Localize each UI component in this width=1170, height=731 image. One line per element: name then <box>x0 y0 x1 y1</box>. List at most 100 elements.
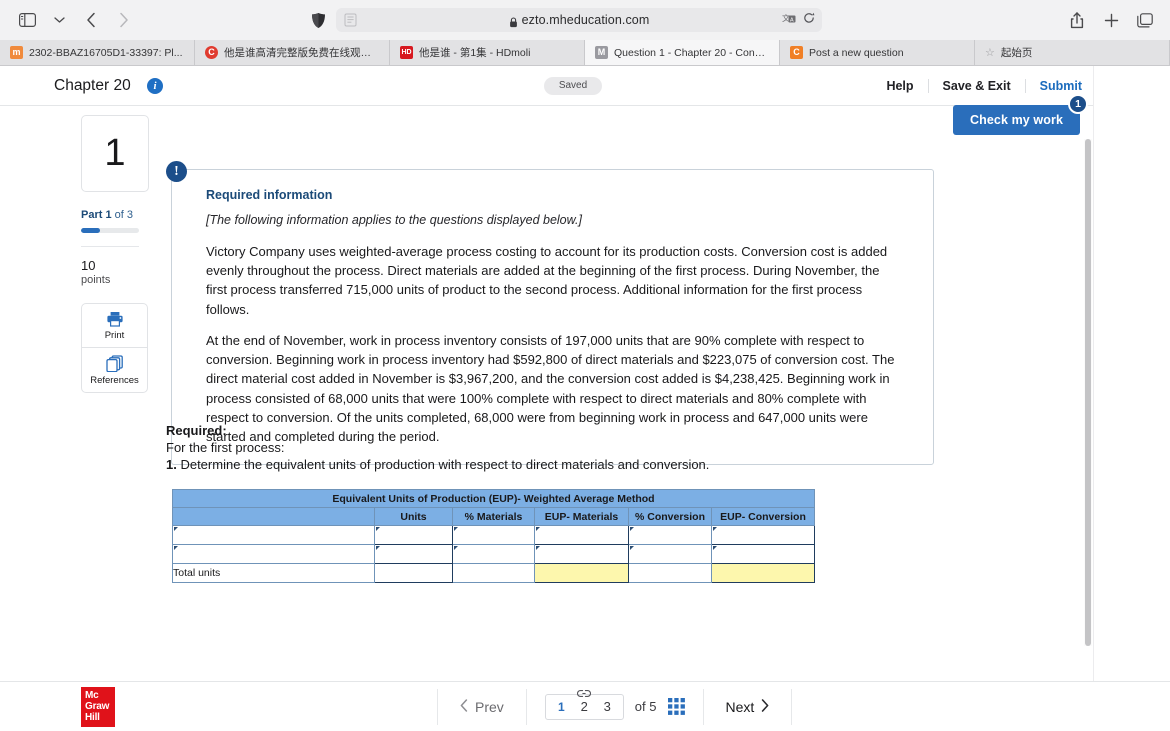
info-icon[interactable]: i <box>147 77 163 94</box>
references-button[interactable]: References <box>82 348 147 392</box>
prev-button[interactable]: Prev <box>438 699 526 715</box>
tab-favicon-icon: M <box>595 46 608 59</box>
column-header-eup-materials: EUP- Materials <box>534 507 629 526</box>
chevron-right-icon <box>761 698 769 715</box>
column-header-units: Units <box>374 507 453 526</box>
total-eup-materials-input[interactable] <box>534 563 629 583</box>
page-of-label: of 5 <box>635 699 657 714</box>
units-input[interactable] <box>374 525 453 545</box>
forward-arrow-icon[interactable] <box>108 7 138 33</box>
total-eup-conversion-input[interactable] <box>711 563 815 583</box>
required-item-number: 1. <box>166 457 177 472</box>
chain-link-icon <box>577 685 592 703</box>
row-label-dropdown[interactable] <box>172 525 375 545</box>
print-button[interactable]: Print <box>82 304 147 348</box>
address-bar[interactable]: ezto.mheducation.com 文A <box>336 8 822 32</box>
back-arrow-icon[interactable] <box>76 7 106 33</box>
browser-tab-active[interactable]: M Question 1 - Chapter 20 - Conn... <box>585 40 780 65</box>
reload-icon[interactable] <box>803 11 815 29</box>
address-bar-container: ezto.mheducation.com 文A <box>310 8 822 32</box>
privacy-shield-icon[interactable] <box>310 12 327 29</box>
chevron-down-icon[interactable] <box>44 7 74 33</box>
page-number-3[interactable]: 3 <box>596 699 619 714</box>
row-label-dropdown[interactable] <box>172 544 375 564</box>
mcgraw-hill-logo: Mc Graw Hill <box>81 686 115 727</box>
of-text: of <box>634 699 646 714</box>
page-number-1[interactable]: 1 <box>550 700 573 714</box>
table-row <box>172 544 815 564</box>
prev-label: Prev <box>475 698 504 715</box>
eup-conversion-input[interactable] <box>711 544 815 564</box>
tab-title: Question 1 - Chapter 20 - Conn... <box>614 46 769 59</box>
pager-divider <box>791 688 793 725</box>
table-total-row: Total units <box>172 563 815 583</box>
tab-favicon-icon: C <box>205 46 218 59</box>
tab-overview-icon[interactable] <box>1130 7 1160 33</box>
total-pct-conversion-cell <box>628 563 712 583</box>
browser-tab[interactable]: C Post a new question <box>780 40 975 65</box>
printer-icon <box>106 311 124 327</box>
required-item: 1. Determine the equivalent units of pro… <box>166 457 946 472</box>
pct-conversion-dropdown[interactable] <box>628 525 712 545</box>
browser-tab-bar: m 2302-BBAZ16705D1-33397: Pl... C 他是谁高清完… <box>0 40 1170 66</box>
tab-title: 他是谁 - 第1集 - HDmoli <box>419 47 531 59</box>
table-title-row: Equivalent Units of Production (EUP)- We… <box>172 489 815 508</box>
sidebar-tools: Print References <box>81 303 148 393</box>
browser-tab[interactable]: HD 他是谁 - 第1集 - HDmoli <box>390 40 585 65</box>
star-icon: ☆ <box>985 47 995 59</box>
tab-favicon-icon: C <box>790 46 803 59</box>
eup-conversion-input[interactable] <box>711 525 815 545</box>
eup-materials-input[interactable] <box>534 525 629 545</box>
total-pages: 5 <box>649 699 657 714</box>
address-bar-actions: 文A <box>782 11 815 29</box>
chevron-left-icon <box>460 698 468 715</box>
eup-materials-input[interactable] <box>534 544 629 564</box>
total-units-label: Total units <box>172 563 375 583</box>
check-my-work-container: Check my work 1 <box>952 94 1088 135</box>
eup-table: Equivalent Units of Production (EUP)- We… <box>172 489 815 583</box>
assignment-header: Chapter 20 i Saved Help Save & Exit Subm… <box>0 66 1170 106</box>
pct-conversion-dropdown[interactable] <box>628 544 712 564</box>
total-units-input[interactable] <box>374 563 453 583</box>
part-progress-fill <box>81 228 101 233</box>
points-value: 10 <box>81 258 96 273</box>
pct-materials-dropdown[interactable] <box>452 544 535 564</box>
scrollbar-thumb[interactable] <box>1085 139 1091 646</box>
check-my-work-button[interactable]: Check my work <box>952 105 1080 135</box>
part-current: Part 1 <box>81 209 112 221</box>
browser-nav-group <box>12 7 138 33</box>
translate-icon[interactable]: 文A <box>782 11 796 29</box>
save-exit-link[interactable]: Save & Exit <box>929 78 1026 93</box>
sidebar-toggle-icon[interactable] <box>12 7 42 33</box>
browser-tab[interactable]: ☆ 起始页 <box>975 40 1170 65</box>
pct-materials-dropdown[interactable] <box>452 525 535 545</box>
page-number-box[interactable]: 1 2 3 <box>544 689 624 720</box>
page-right-edge <box>1093 66 1170 681</box>
units-input[interactable] <box>374 544 453 564</box>
new-tab-icon[interactable] <box>1096 7 1126 33</box>
svg-text:A: A <box>790 17 794 23</box>
browser-tab[interactable]: m 2302-BBAZ16705D1-33397: Pl... <box>0 40 195 65</box>
column-header-eup-conversion: EUP- Conversion <box>711 507 815 526</box>
column-header-pct-conversion: % Conversion <box>628 507 712 526</box>
eup-table-title: Equivalent Units of Production (EUP)- We… <box>172 489 815 508</box>
browser-tab[interactable]: C 他是谁高清完整版免费在线观看... <box>195 40 390 65</box>
eup-table-container: Equivalent Units of Production (EUP)- We… <box>172 489 815 583</box>
next-button[interactable]: Next <box>704 699 792 715</box>
tab-title: 2302-BBAZ16705D1-33397: Pl... <box>29 46 183 59</box>
part-label: Part 1 of 3 <box>81 209 149 221</box>
required-section: Required: For the first process: 1. Dete… <box>166 423 946 472</box>
browser-toolbar: ezto.mheducation.com 文A <box>0 0 1170 40</box>
help-link[interactable]: Help <box>872 78 929 93</box>
logo-line-3: Hill <box>85 712 100 724</box>
next-label: Next <box>725 698 755 715</box>
check-my-work-badge: 1 <box>1068 94 1088 114</box>
submit-link[interactable]: Submit <box>1026 79 1082 93</box>
share-icon[interactable] <box>1062 7 1092 33</box>
part-progress-bar <box>81 228 139 233</box>
grid-view-icon[interactable] <box>667 698 685 715</box>
exclamation-icon: ! <box>166 161 187 182</box>
assignment-footer: Mc Graw Hill Prev 1 2 3 of 5 Next <box>0 681 1170 731</box>
vertical-scrollbar[interactable] <box>1084 139 1092 646</box>
references-icon <box>105 354 124 372</box>
